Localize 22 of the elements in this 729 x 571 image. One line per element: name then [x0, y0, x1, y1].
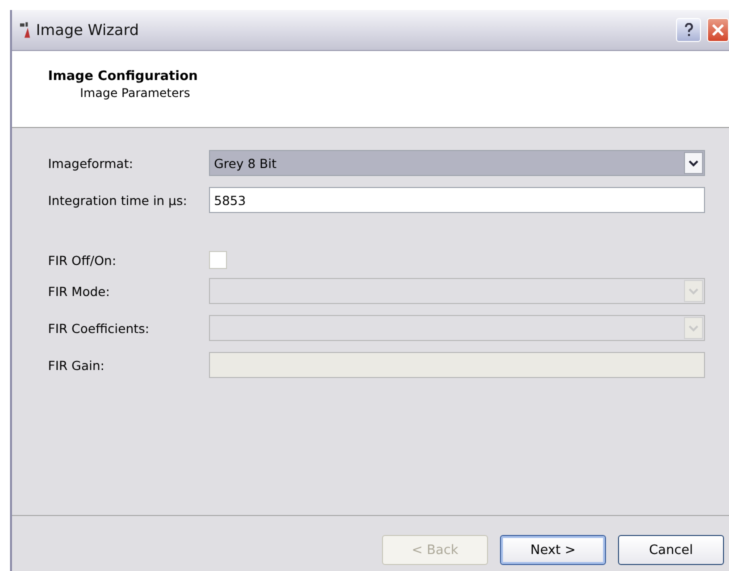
chevron-down-icon [684, 152, 703, 174]
dropdown-field[interactable]: Grey 8 Bit [209, 150, 705, 176]
help-button[interactable] [676, 18, 701, 42]
app-icon [20, 22, 30, 38]
field-label: FIR Coefficients: [48, 320, 150, 336]
page-title: Image Configuration [48, 69, 199, 84]
input-field[interactable]: 5853 [209, 187, 705, 213]
field-label: FIR Gain: [48, 358, 106, 372]
chevron-down-icon [684, 317, 703, 339]
chevron-down-icon [684, 280, 703, 302]
wizard-button[interactable]: Next > [500, 535, 606, 565]
field-label: Integration time in µs: [48, 192, 188, 208]
field-label: FIR Off/On: [48, 252, 118, 268]
help-icon [684, 23, 694, 37]
field-label: FIR Mode: [48, 284, 111, 298]
wizard-button[interactable]: Cancel [618, 535, 724, 565]
close-button[interactable] [707, 18, 729, 42]
checkbox[interactable] [209, 251, 227, 269]
field-label: Imageformat: [48, 156, 134, 170]
page-subtitle: Image Parameters [80, 86, 192, 100]
close-icon [712, 24, 724, 36]
window-title: Image Wizard [36, 21, 140, 39]
